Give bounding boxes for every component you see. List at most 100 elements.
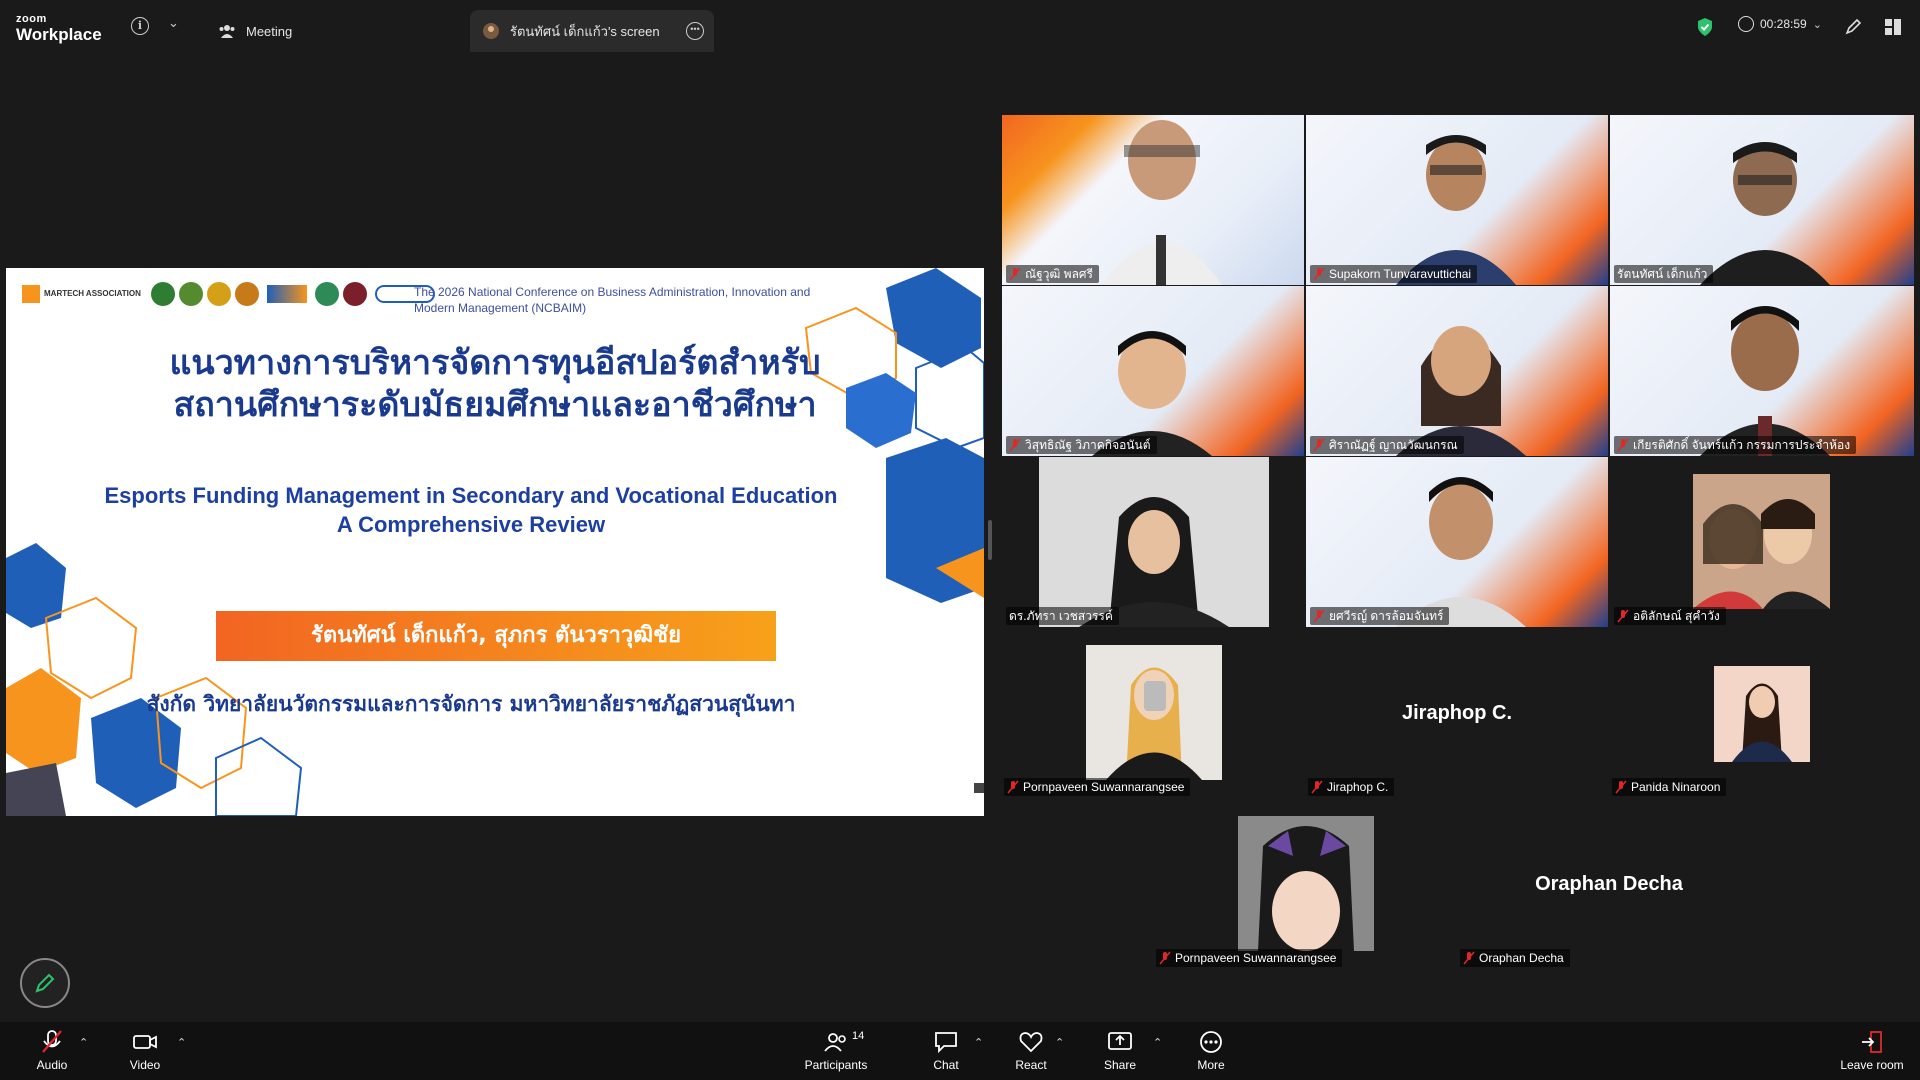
participant-name-tag: Pornpaveen Suwannarangsee: [1156, 949, 1343, 967]
sponsor-logos: MARTECH ASSOCIATION: [22, 282, 435, 306]
info-icon[interactable]: i: [131, 17, 149, 35]
audio-button[interactable]: Audio: [17, 1030, 87, 1072]
annotate-icon[interactable]: [1844, 18, 1862, 36]
chat-button[interactable]: Chat: [911, 1030, 981, 1072]
video-button[interactable]: Video: [110, 1030, 180, 1072]
video-tile-active-speaker[interactable]: รัตนทัศน์ เด็กแก้ว: [1610, 115, 1914, 285]
muted-mic-icon: [1313, 438, 1325, 452]
video-tile[interactable]: ดร.ภัทรา เวชสวรรค์: [1002, 457, 1304, 627]
participant-name: รัตนทัศน์ เด็กแก้ว: [1617, 266, 1708, 281]
participants-count-badge: 14: [852, 1030, 865, 1042]
participant-video: [1102, 120, 1222, 285]
heart-icon: [1019, 1032, 1043, 1053]
participant-name-tag: ยศวีรญ์ ดารล้อมจันทร์: [1310, 607, 1450, 625]
video-tile[interactable]: Supakorn Tunvaravuttichai: [1306, 115, 1608, 285]
participant-name: ณัฐวุฒิ พลศรี: [1025, 266, 1093, 281]
participant-name: Pornpaveen Suwannarangsee: [1175, 951, 1337, 965]
participant-photo: [1238, 816, 1374, 951]
more-button[interactable]: More: [1176, 1030, 1246, 1072]
video-options-chevron-icon[interactable]: ⌃: [177, 1036, 186, 1049]
participant-name-tag: เกียรติศักดิ์ จันทร์แก้ว กรรมการประจำห้อ…: [1614, 436, 1857, 454]
english-title-line-1: Esports Funding Management in Secondary …: [104, 483, 838, 508]
muted-mic-icon: [1009, 267, 1021, 281]
muted-mic-icon: [1313, 609, 1325, 623]
participant-name-tag: ณัฐวุฒิ พลศรี: [1006, 265, 1099, 283]
chevron-down-icon[interactable]: ⌄: [168, 15, 179, 31]
muted-mic-icon: [42, 1030, 62, 1053]
authors-banner: รัตนทัศน์ เด็กแก้ว, สุภกร ตันวราวุฒิชัย: [216, 611, 776, 661]
clock-icon: [1738, 16, 1754, 32]
muted-mic-icon: [1313, 267, 1325, 281]
logo-big-text: Workplace: [16, 25, 102, 44]
pen-icon: [35, 973, 55, 993]
muted-mic-icon: [1617, 609, 1629, 623]
scroll-marker: [974, 783, 984, 793]
participant-video: [1396, 477, 1526, 627]
video-tile[interactable]: วิสุทธิณัฐ วิภาคกิจอนันต์: [1002, 286, 1304, 456]
layout-icon[interactable]: [1884, 18, 1902, 36]
university-seal-icon: [342, 282, 367, 306]
react-label: React: [1015, 1058, 1047, 1072]
participant-name: ศิราณัฏฐ์ ญาณวัฒนกรณ: [1329, 437, 1458, 452]
share-options-chevron-icon[interactable]: ⌃: [1153, 1036, 1162, 1049]
participant-name: Oraphan Decha: [1479, 951, 1564, 965]
thai-title-line-1: แนวทางการบริหารจัดการทุนอีสปอร์ตสำหรับ: [169, 343, 821, 383]
participant-photo: [1714, 666, 1810, 762]
participant-name: Panida Ninaroon: [1631, 780, 1721, 794]
university-seal-icon: [206, 282, 231, 306]
university-seal-icon: [234, 282, 259, 306]
tab-meeting[interactable]: Meeting: [218, 10, 292, 52]
share-button[interactable]: Share: [1085, 1030, 1155, 1072]
video-tile[interactable]: เกียรติศักดิ์ จันทร์แก้ว กรรมการประจำห้อ…: [1610, 286, 1914, 456]
muted-mic-icon: [1007, 780, 1019, 794]
meeting-timer[interactable]: 00:28:59 ⌄: [1738, 16, 1822, 32]
video-camera-icon: [133, 1035, 157, 1049]
video-tile[interactable]: ศิราณัฏฐ์ ญาณวัฒนกรณ: [1306, 286, 1608, 456]
chat-label: Chat: [933, 1058, 959, 1072]
participant-name: ดร.ภัทรา เวชสวรรค์: [1009, 608, 1113, 623]
chat-bubble-icon: [935, 1032, 957, 1054]
audio-options-chevron-icon[interactable]: ⌃: [79, 1036, 88, 1049]
participant-display-name: Oraphan Decha: [1535, 873, 1683, 895]
annotation-pen-button[interactable]: [20, 958, 70, 1008]
ird-logo-icon: [266, 285, 307, 303]
video-tile[interactable]: ณัฐวุฒิ พลศรี: [1002, 115, 1304, 285]
muted-mic-icon: [1311, 780, 1323, 794]
participants-label: Participants: [804, 1058, 868, 1072]
participant-photo: [1693, 474, 1830, 609]
participant-name: Pornpaveen Suwannarangsee: [1023, 780, 1185, 794]
leave-room-label: Leave room: [1840, 1058, 1904, 1072]
zoom-logo: zoom Workplace: [16, 13, 102, 44]
timer-text: 00:28:59: [1760, 17, 1807, 31]
shield-icon[interactable]: [1697, 17, 1713, 37]
muted-mic-icon: [1617, 438, 1629, 452]
martech-logo-icon: [22, 285, 40, 303]
leave-room-button[interactable]: Leave room: [1832, 1030, 1912, 1072]
video-tile[interactable]: ยศวีรญ์ ดารล้อมจันทร์: [1306, 457, 1608, 627]
meeting-icon: [219, 25, 235, 38]
more-options-icon[interactable]: •••: [686, 22, 704, 40]
logo-small-text: zoom: [16, 13, 47, 25]
tab-screen-label: รัตนทัศน์ เด็กแก้ว's screen: [510, 23, 660, 39]
university-seal-icon: [314, 282, 339, 306]
participant-name: วิสุทธิณัฐ วิภาคกิจอนันต์: [1025, 437, 1151, 452]
react-options-chevron-icon[interactable]: ⌃: [1055, 1036, 1064, 1049]
participant-display-name: Jiraphop C.: [1401, 702, 1512, 724]
video-tile[interactable]: อติลักษณ์ สุคำวัง: [1610, 457, 1914, 627]
chat-options-chevron-icon[interactable]: ⌃: [974, 1036, 983, 1049]
participant-photo: [1086, 645, 1222, 780]
thai-title-line-2: สถานศึกษาระดับมัธยมศึกษาและอาชีวศึกษา: [173, 385, 817, 425]
tab-shared-screen[interactable]: รัตนทัศน์ เด็กแก้ว's screen •••: [470, 10, 714, 52]
participant-name: เกียรติศักดิ์ จันทร์แก้ว กรรมการประจำห้อ…: [1633, 437, 1851, 452]
participant-video: [1396, 135, 1516, 285]
participant-name-tag: ดร.ภัทรา เวชสวรรค์: [1006, 607, 1119, 625]
split-view-handle[interactable]: [988, 520, 992, 560]
participant-name-tag: วิสุทธิณัฐ วิภาคกิจอนันต์: [1006, 436, 1157, 454]
participant-name-tag: ศิราณัฏฐ์ ญาณวัฒนกรณ: [1310, 436, 1464, 454]
participant-name-tag: Jiraphop C.: [1308, 778, 1395, 796]
participant-video: [1700, 142, 1830, 285]
tab-meeting-label: Meeting: [246, 23, 293, 39]
participant-name: Jiraphop C.: [1327, 780, 1389, 794]
share-screen-icon: [1108, 1032, 1132, 1050]
avatar-icon: [483, 23, 499, 39]
